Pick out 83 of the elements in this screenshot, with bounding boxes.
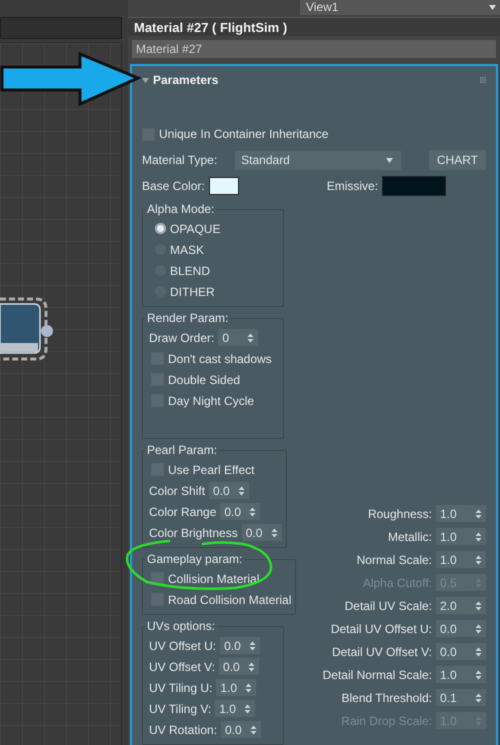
spinner-arrows-icon [247, 332, 254, 343]
field-label: UV Offset U: [149, 638, 216, 653]
spinner-field[interactable]: 0.0 [220, 637, 260, 654]
spinner-field[interactable]: 2.0 [436, 597, 486, 614]
rollout-title[interactable]: Parameters [153, 73, 218, 88]
radio-label: BLEND [170, 264, 210, 278]
spinner-arrows-icon [238, 486, 246, 496]
spinner-arrows-icon [270, 528, 278, 538]
field-label: Detail UV Offset V: [332, 644, 432, 659]
spinner-field[interactable]: 1.0 [216, 679, 256, 696]
spinner-field[interactable]: 0.0 [436, 620, 486, 638]
chart-button[interactable]: CHART [428, 150, 486, 170]
field-label: Detail UV Offset U: [330, 622, 432, 636]
color-swatch[interactable] [208, 177, 239, 196]
field-label: Base Color: [142, 179, 205, 194]
field-label: Normal Scale: [356, 552, 432, 567]
checkbox-label: Double Sided [168, 372, 240, 387]
checkbox-label: Collision Material [168, 572, 260, 586]
spinner-arrows-icon [475, 692, 482, 703]
field-label: UV Tiling U: [149, 680, 212, 695]
checkbox-label: Road Collision Material [168, 592, 292, 607]
radio-label: OPAQUE [170, 222, 220, 236]
spinner-arrows-icon [475, 670, 482, 680]
group-title: Pearl Param: [146, 443, 218, 458]
spinner-field[interactable]: 0.0 [220, 503, 260, 520]
field-label: UV Tiling V: [149, 702, 212, 716]
spinner-arrows-icon [475, 624, 482, 634]
spinner-field[interactable]: 0 [218, 329, 258, 346]
field-label: Detail UV Scale: [344, 598, 432, 613]
group-title: UVs options: [146, 619, 216, 634]
field-label: Draw Order: [149, 330, 214, 345]
field-label: Roughness: [368, 506, 432, 521]
spinner-arrows-icon [249, 640, 256, 651]
material-name-field[interactable]: Material #27 [132, 40, 496, 58]
spinner-field[interactable]: 1.0 [436, 505, 486, 522]
spinner-field[interactable]: 0.0 [219, 658, 260, 676]
material-type-dropdown[interactable]: Standard [235, 150, 402, 170]
caret-icon [386, 158, 394, 163]
caret-icon [489, 4, 496, 10]
color-swatch[interactable] [382, 176, 446, 196]
checkbox-label: Use Pearl Effect [168, 462, 254, 477]
group-title: Gameplay param: [146, 552, 244, 566]
material-node-drawing[interactable] [0, 297, 56, 363]
spinner-arrows-icon [475, 554, 482, 565]
field-label: UV Offset V: [149, 660, 216, 674]
spinner-field[interactable]: 0.0 [209, 482, 250, 500]
spinner-arrows-icon [475, 600, 482, 611]
spinner-arrows-icon [475, 646, 482, 657]
checkbox-label: Don't cast shadows [168, 352, 272, 366]
checkbox-label: Day Night Cycle [168, 394, 254, 408]
field-label: Emissive: [326, 179, 378, 194]
group-title: Render Param: [146, 311, 230, 326]
spinner-field[interactable]: 0.1 [436, 689, 486, 706]
spinner-field[interactable]: 1.0 [436, 551, 486, 568]
field-label: Material Type: [142, 153, 218, 168]
field-label: Detail Normal Scale: [322, 668, 432, 682]
radio-button[interactable] [155, 223, 166, 234]
radio-label: DITHER [170, 284, 215, 299]
spinner-field[interactable]: 1.0 [215, 700, 256, 718]
field-label: Color Brightness [149, 526, 238, 540]
spinner-arrows-icon [248, 662, 256, 672]
spinner-field[interactable]: 1.0 [436, 666, 486, 684]
spinner-field[interactable]: 0.0 [242, 524, 282, 542]
group-title: Alpha Mode: [146, 202, 216, 216]
spinner-field[interactable]: 1.0 [436, 528, 486, 546]
spinner-arrows-icon [250, 724, 258, 735]
spinner-arrows-icon [245, 682, 252, 693]
spinner-arrows-icon [475, 532, 482, 542]
field-label: Color Range [149, 504, 216, 519]
radio-label: MASK [170, 242, 204, 257]
spinner-arrows-icon [244, 704, 252, 714]
spinner-field[interactable]: 0.0 [221, 721, 262, 738]
window-title: Material #27 ( FlightSim ) [128, 16, 500, 36]
spinner-arrows-icon [249, 506, 256, 517]
field-label: UV Rotation: [149, 722, 218, 737]
view-dropdown[interactable]: View1 [300, 0, 500, 15]
spinner-arrows-icon [475, 508, 482, 519]
field-label: Color Shift [149, 484, 206, 498]
spinner-field[interactable]: 0.0 [436, 643, 486, 660]
field-label: Blend Threshold: [341, 690, 432, 705]
checkbox-label: Unique In Container Inheritance [159, 127, 328, 142]
field-label: Metallic: [388, 530, 432, 544]
grip-icon[interactable] [480, 77, 486, 84]
